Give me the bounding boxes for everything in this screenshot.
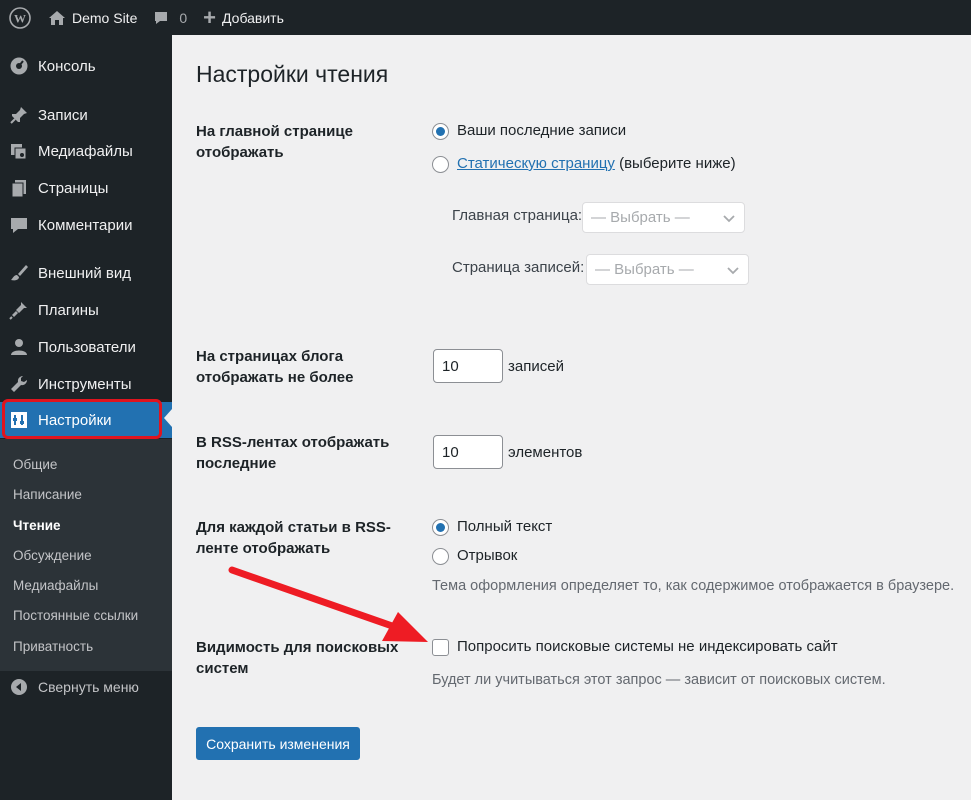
feed-content-label: Для каждой статьи в RSS- ленте отображат… bbox=[196, 517, 411, 559]
rss-count-label-line2: последние bbox=[196, 455, 277, 472]
blog-pages-label-line1: На страницах блога bbox=[196, 348, 344, 365]
rss-count-label-line1: В RSS-лентах отображать bbox=[196, 434, 390, 451]
discourage-search-checkbox[interactable] bbox=[432, 639, 449, 656]
sidebar-item-users[interactable]: Пользователи bbox=[0, 329, 172, 365]
homepage-select-label: Главная страница: bbox=[452, 207, 583, 224]
radio-full-text[interactable] bbox=[432, 519, 449, 536]
dashboard-icon bbox=[0, 56, 38, 76]
submenu-item-permalinks[interactable]: Постоянные ссылки bbox=[13, 608, 138, 623]
pages-icon bbox=[0, 178, 38, 198]
sidebar-item-dashboard[interactable]: Консоль bbox=[0, 48, 172, 84]
static-page-link[interactable]: Статическую страницу bbox=[457, 155, 615, 172]
radio-static-page[interactable] bbox=[432, 156, 449, 173]
submenu-item-discussion[interactable]: Обсуждение bbox=[13, 548, 92, 563]
sidebar-item-plugins[interactable]: Плагины bbox=[0, 292, 172, 328]
posts-per-page-unit: записей bbox=[508, 358, 564, 375]
rss-count-input[interactable]: 10 bbox=[433, 435, 503, 469]
search-visibility-label-line1: Видимость для поисковых bbox=[196, 639, 399, 656]
home-icon bbox=[48, 10, 66, 26]
current-menu-arrow bbox=[164, 409, 172, 427]
submenu-item-privacy[interactable]: Приватность bbox=[13, 639, 93, 654]
sidebar-label-plugins: Плагины bbox=[38, 301, 99, 319]
search-visibility-label: Видимость для поисковых систем bbox=[196, 637, 411, 679]
static-page-suffix: (выберите ниже) bbox=[619, 155, 736, 172]
sidebar-label-users: Пользователи bbox=[38, 338, 136, 356]
plus-icon: + bbox=[203, 4, 217, 30]
radio-excerpt[interactable] bbox=[432, 548, 449, 565]
settings-submenu: Общие Написание Чтение Обсуждение Медиаф… bbox=[0, 439, 172, 671]
feed-content-label-line2: ленте отображать bbox=[196, 540, 331, 557]
static-page-option: Статическую страницу (выберите ниже) bbox=[457, 155, 736, 172]
collapse-arrow-icon bbox=[0, 678, 38, 696]
site-name: Demo Site bbox=[72, 9, 138, 26]
homepage-select[interactable]: — Выбрать — bbox=[582, 202, 745, 233]
svg-text:W: W bbox=[14, 11, 26, 25]
sidebar-label-tools: Инструменты bbox=[38, 375, 132, 393]
radio-latest-posts-label: Ваши последние записи bbox=[457, 122, 627, 139]
front-page-label-line2: отображать bbox=[196, 144, 284, 161]
new-content-link[interactable]: + Добавить bbox=[195, 0, 292, 35]
posts-page-select-label: Страница записей: bbox=[452, 259, 585, 276]
sidebar-item-pages[interactable]: Страницы bbox=[0, 170, 172, 206]
chevron-down-icon bbox=[726, 263, 740, 281]
sidebar-label-media: Медиафайлы bbox=[38, 142, 133, 160]
page-title: Настройки чтения bbox=[196, 61, 389, 87]
rss-count-unit: элементов bbox=[508, 444, 583, 461]
submenu-item-writing[interactable]: Написание bbox=[13, 487, 82, 502]
admin-sidebar: Консоль Записи Медиафайлы Страницы Комме… bbox=[0, 35, 172, 800]
collapse-menu-button[interactable]: Свернуть меню bbox=[0, 675, 139, 699]
discourage-search-label: Попросить поисковые системы не индексиро… bbox=[457, 638, 838, 655]
homepage-select-value: — Выбрать — bbox=[591, 209, 690, 226]
save-changes-button[interactable]: Сохранить изменения bbox=[196, 727, 360, 760]
sidebar-item-posts[interactable]: Записи bbox=[0, 97, 172, 133]
blog-pages-label: На страницах блога отображать не более bbox=[196, 346, 411, 388]
sidebar-item-comments[interactable]: Комментарии bbox=[0, 207, 172, 243]
comments-link[interactable]: 0 bbox=[145, 0, 195, 35]
new-content-label: Добавить bbox=[222, 9, 284, 26]
wordpress-logo-icon: W bbox=[9, 6, 31, 29]
plugin-icon bbox=[0, 300, 38, 320]
radio-latest-posts[interactable] bbox=[432, 123, 449, 140]
front-page-label-line1: На главной странице bbox=[196, 123, 353, 140]
main-content: Настройки чтения На главной странице ото… bbox=[172, 35, 971, 800]
sidebar-item-tools[interactable]: Инструменты bbox=[0, 366, 172, 402]
submenu-item-reading[interactable]: Чтение bbox=[13, 518, 61, 533]
sidebar-label-comments: Комментарии bbox=[38, 216, 133, 234]
collapse-menu-label: Свернуть меню bbox=[38, 679, 139, 695]
search-visibility-description: Будет ли учитываться этот запрос — завис… bbox=[432, 672, 886, 688]
sidebar-item-media[interactable]: Медиафайлы bbox=[0, 133, 172, 169]
wordpress-logo-button[interactable]: W bbox=[0, 0, 40, 35]
pin-icon bbox=[0, 105, 38, 125]
users-icon bbox=[0, 337, 38, 357]
blog-pages-label-line2: отображать не более bbox=[196, 369, 354, 386]
comment-icon bbox=[0, 215, 38, 235]
posts-per-page-input[interactable]: 10 bbox=[433, 349, 503, 383]
wrench-icon bbox=[0, 374, 38, 394]
sidebar-label-posts: Записи bbox=[38, 106, 88, 124]
search-visibility-label-line2: систем bbox=[196, 660, 249, 677]
comment-bubble-icon bbox=[153, 10, 169, 26]
submenu-item-general[interactable]: Общие bbox=[13, 457, 57, 472]
brush-icon bbox=[0, 263, 38, 283]
media-icon bbox=[0, 141, 38, 161]
site-name-link[interactable]: Demo Site bbox=[40, 0, 145, 35]
sidebar-label-pages: Страницы bbox=[38, 179, 109, 197]
feed-content-label-line1: Для каждой статьи в RSS- bbox=[196, 519, 391, 536]
front-page-label: На главной странице отображать bbox=[196, 121, 411, 163]
submenu-item-media[interactable]: Медиафайлы bbox=[13, 578, 98, 593]
radio-excerpt-label: Отрывок bbox=[457, 547, 518, 564]
sidebar-label-appearance: Внешний вид bbox=[38, 264, 131, 282]
posts-page-select-value: — Выбрать — bbox=[595, 261, 694, 278]
radio-full-text-label: Полный текст bbox=[457, 518, 553, 535]
comments-count: 0 bbox=[179, 9, 188, 26]
settings-highlight-outline bbox=[2, 399, 162, 439]
sidebar-item-appearance[interactable]: Внешний вид bbox=[0, 255, 172, 291]
chevron-down-icon bbox=[722, 211, 736, 229]
admin-bar: W Demo Site 0 + Добавить bbox=[0, 0, 971, 35]
feed-content-description: Тема оформления определяет то, как содер… bbox=[432, 578, 955, 594]
posts-page-select[interactable]: — Выбрать — bbox=[586, 254, 749, 285]
rss-count-label: В RSS-лентах отображать последние bbox=[196, 432, 411, 474]
sidebar-label-dashboard: Консоль bbox=[38, 57, 96, 75]
